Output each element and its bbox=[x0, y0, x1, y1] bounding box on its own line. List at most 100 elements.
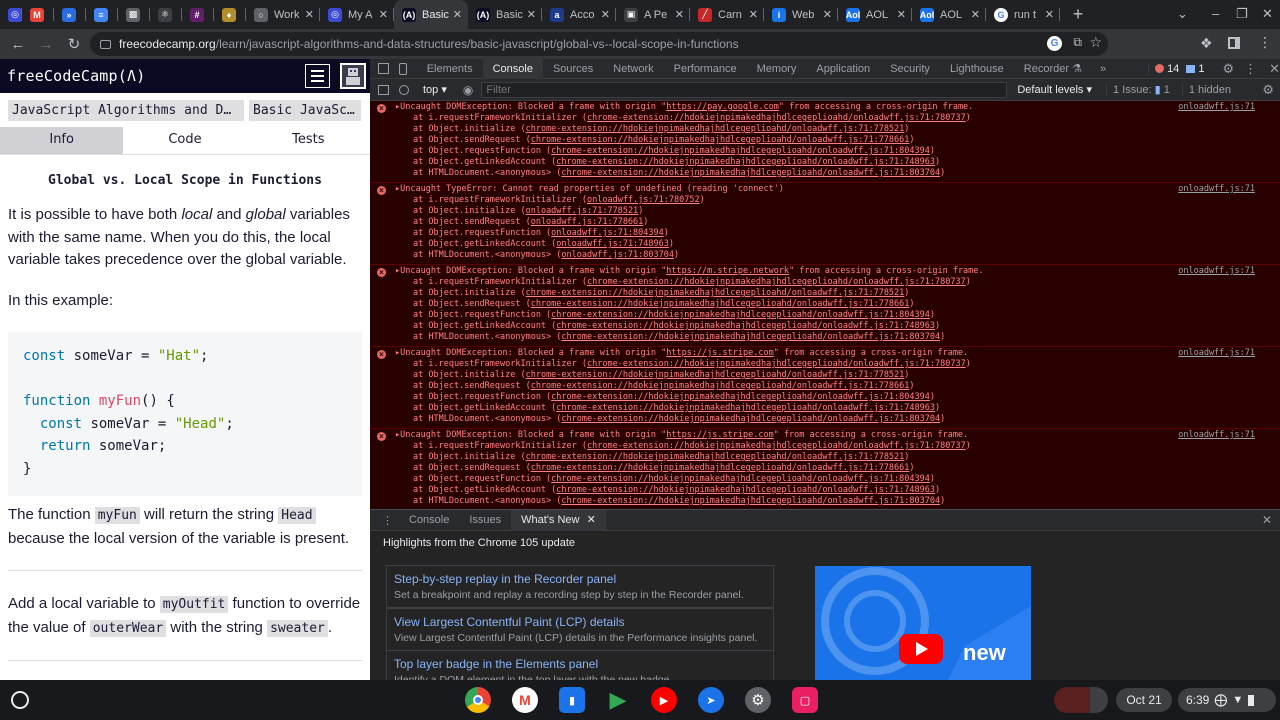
close-window-icon[interactable]: ✕ bbox=[1262, 6, 1273, 22]
devtools-tab-recorder[interactable]: Recorder ⚗ bbox=[1014, 59, 1092, 79]
feature-card-title[interactable]: View Largest Contentful Paint (LCP) deta… bbox=[394, 615, 766, 629]
site-settings-icon[interactable] bbox=[100, 39, 111, 49]
close-tab-icon[interactable]: ✕ bbox=[897, 8, 906, 21]
devtools-tab-lighthouse[interactable]: Lighthouse bbox=[940, 59, 1014, 79]
tray-thumbnail[interactable] bbox=[1054, 687, 1108, 713]
stack-link[interactable]: chrome-extension://hdokiejnpimakedhajhdl… bbox=[561, 332, 940, 342]
stack-link[interactable]: chrome-extension://hdokiejnpimakedhajhdl… bbox=[531, 463, 910, 473]
close-tab-icon[interactable]: ✕ bbox=[601, 8, 610, 21]
breadcrumb-block[interactable]: Basic JavaSc… bbox=[249, 99, 361, 121]
browser-menu-icon[interactable]: ⋮ bbox=[1258, 34, 1272, 51]
drawer-menu-icon[interactable]: ⋮ bbox=[370, 514, 399, 527]
browser-tab[interactable]: i Web ✕ bbox=[764, 0, 838, 29]
drawer-tab-whats-new[interactable]: What's New ✕ bbox=[511, 509, 606, 531]
drawer-tab-console[interactable]: Console bbox=[399, 510, 459, 531]
issues-button[interactable]: 1 Issue: ▮ 1 bbox=[1105, 83, 1170, 96]
console-error-message[interactable]: × ▸Uncaught DOMException: Blocked a frame… bbox=[370, 265, 1280, 347]
devtools-tab-network[interactable]: Network bbox=[603, 59, 663, 79]
source-link[interactable]: onloadwff.js:71 bbox=[1178, 102, 1255, 112]
stack-link[interactable]: chrome-extension://hdokiejnpimakedhajhdl… bbox=[561, 496, 940, 506]
stack-link[interactable]: chrome-extension://hdokiejnpimakedhajhdl… bbox=[526, 370, 905, 380]
stack-link[interactable]: chrome-extension://hdokiejnpimakedhajhdl… bbox=[531, 381, 910, 391]
feature-card[interactable]: View Largest Contentful Paint (LCP) deta… bbox=[386, 608, 774, 651]
stack-link[interactable]: chrome-extension://hdokiejnpimakedhajhdl… bbox=[526, 124, 905, 134]
console-error-message[interactable]: × ▸Uncaught DOMException: Blocked a frame… bbox=[370, 429, 1280, 509]
close-tab-icon[interactable]: ✕ bbox=[453, 8, 462, 21]
more-tabs-icon[interactable]: » bbox=[1092, 63, 1114, 75]
tab-code[interactable]: Code bbox=[123, 127, 246, 154]
stack-link[interactable]: onloadwff.js:71:778521 bbox=[526, 206, 639, 216]
stack-link[interactable]: onloadwff.js:71:778661 bbox=[531, 217, 644, 227]
console-filter-input[interactable] bbox=[481, 81, 1008, 98]
close-devtools-icon[interactable]: ✕ bbox=[1269, 61, 1280, 77]
google-icon[interactable]: G bbox=[1047, 36, 1062, 51]
device-toolbar-icon[interactable] bbox=[398, 62, 407, 75]
status-area[interactable]: 6:39 ⨁ ▼ bbox=[1178, 688, 1276, 712]
devtools-tab-console[interactable]: Console bbox=[482, 58, 543, 79]
live-expression-eye-icon[interactable]: ◉ bbox=[463, 83, 473, 97]
browser-tab[interactable]: ⚛ bbox=[150, 0, 182, 29]
new-tab-button[interactable]: + bbox=[1066, 4, 1090, 25]
browser-tab[interactable]: ≡ bbox=[86, 0, 118, 29]
console-error-message[interactable]: × ▸Uncaught TypeError: Cannot read proper… bbox=[370, 183, 1280, 265]
feature-card-title[interactable]: Top layer badge in the Elements panel bbox=[394, 657, 766, 671]
browser-tab[interactable]: ♦ bbox=[214, 0, 246, 29]
sidebar-toggle-icon[interactable] bbox=[378, 84, 389, 95]
stack-link[interactable]: chrome-extension://hdokiejnpimakedhajhdl… bbox=[587, 441, 966, 451]
stack-link[interactable]: chrome-extension://hdokiejnpimakedhajhdl… bbox=[551, 310, 930, 320]
stack-link[interactable]: chrome-extension://hdokiejnpimakedhajhdl… bbox=[531, 299, 910, 309]
devtools-tab-memory[interactable]: Memory bbox=[747, 59, 807, 79]
forward-icon[interactable]: → bbox=[32, 36, 60, 53]
error-counter[interactable]: 14 1 bbox=[1148, 62, 1204, 75]
stack-link[interactable]: chrome-extension://hdokiejnpimakedhajhdl… bbox=[587, 113, 966, 123]
close-tab-icon[interactable]: ✕ bbox=[823, 8, 832, 21]
stack-link[interactable]: chrome-extension://hdokiejnpimakedhajhdl… bbox=[551, 474, 930, 484]
origin-link[interactable]: https://pay.google.com bbox=[666, 102, 779, 112]
browser-tab[interactable]: » bbox=[54, 0, 86, 29]
browser-tab[interactable]: ◎ bbox=[0, 0, 22, 29]
play-store-app-icon[interactable]: ▶ bbox=[605, 687, 631, 713]
browser-tab[interactable]: (A) Basic ✕ bbox=[394, 0, 468, 29]
youtube-play-icon[interactable] bbox=[899, 634, 943, 664]
browser-tab[interactable]: ▣ A Pe ✕ bbox=[616, 0, 690, 29]
share-icon[interactable]: ⧉ bbox=[1073, 35, 1082, 50]
browser-tab[interactable]: M bbox=[22, 0, 54, 29]
stack-link[interactable]: chrome-extension://hdokiejnpimakedhajhdl… bbox=[526, 288, 905, 298]
avatar[interactable] bbox=[340, 63, 366, 89]
origin-link[interactable]: https://js.stripe.com bbox=[666, 348, 773, 358]
error-header[interactable]: ▸Uncaught DOMException: Blocked a frame … bbox=[370, 102, 1280, 113]
browser-tab[interactable]: Aol AOL ✕ bbox=[838, 0, 912, 29]
devtools-tab-application[interactable]: Application bbox=[806, 59, 880, 79]
stack-link[interactable]: chrome-extension://hdokiejnpimakedhajhdl… bbox=[561, 414, 940, 424]
reload-icon[interactable]: ↻ bbox=[60, 35, 88, 53]
source-link[interactable]: onloadwff.js:71 bbox=[1178, 184, 1255, 194]
breadcrumb-superblock[interactable]: JavaScript Algorithms and D… bbox=[8, 99, 244, 121]
close-tab-icon[interactable]: ✕ bbox=[675, 8, 684, 21]
stack-link[interactable]: onloadwff.js:71:804394 bbox=[551, 228, 664, 238]
close-drawer-icon[interactable]: ✕ bbox=[1262, 513, 1272, 527]
close-tab-icon[interactable]: ✕ bbox=[1045, 8, 1054, 21]
side-panel-icon[interactable] bbox=[1228, 37, 1240, 49]
tab-search-icon[interactable]: ⌄ bbox=[1177, 6, 1188, 22]
minimize-icon[interactable]: – bbox=[1212, 6, 1219, 21]
source-link[interactable]: onloadwff.js:71 bbox=[1178, 348, 1255, 358]
console-settings-icon[interactable]: ⚙ bbox=[1262, 82, 1274, 98]
feature-card[interactable]: Step-by-step replay in the Recorder pane… bbox=[386, 565, 774, 608]
stack-link[interactable]: chrome-extension://hdokiejnpimakedhajhdl… bbox=[551, 146, 930, 156]
close-tab-icon[interactable]: ✕ bbox=[305, 8, 314, 21]
devtools-menu-icon[interactable]: ⋮ bbox=[1244, 61, 1257, 77]
log-levels-select[interactable]: Default levels ▾ bbox=[1017, 83, 1092, 96]
browser-tab[interactable]: Grun t ✕ bbox=[986, 0, 1060, 29]
stack-link[interactable]: chrome-extension://hdokiejnpimakedhajhdl… bbox=[587, 359, 966, 369]
console-error-message[interactable]: × ▸Uncaught DOMException: Blocked a frame… bbox=[370, 347, 1280, 429]
messenger-app-icon[interactable]: ➤ bbox=[698, 687, 724, 713]
maximize-icon[interactable]: ❐ bbox=[1236, 6, 1248, 22]
tab-info[interactable]: Info bbox=[0, 127, 124, 154]
close-tab-icon[interactable]: ✕ bbox=[527, 8, 536, 21]
close-tab-icon[interactable]: ✕ bbox=[749, 8, 758, 21]
stack-link[interactable]: chrome-extension://hdokiejnpimakedhajhdl… bbox=[526, 452, 905, 462]
stack-link[interactable]: chrome-extension://hdokiejnpimakedhajhdl… bbox=[556, 321, 935, 331]
browser-tab[interactable]: # bbox=[182, 0, 214, 29]
menu-button[interactable] bbox=[305, 64, 330, 88]
extensions-puzzle-icon[interactable]: ❖ bbox=[1200, 35, 1213, 52]
